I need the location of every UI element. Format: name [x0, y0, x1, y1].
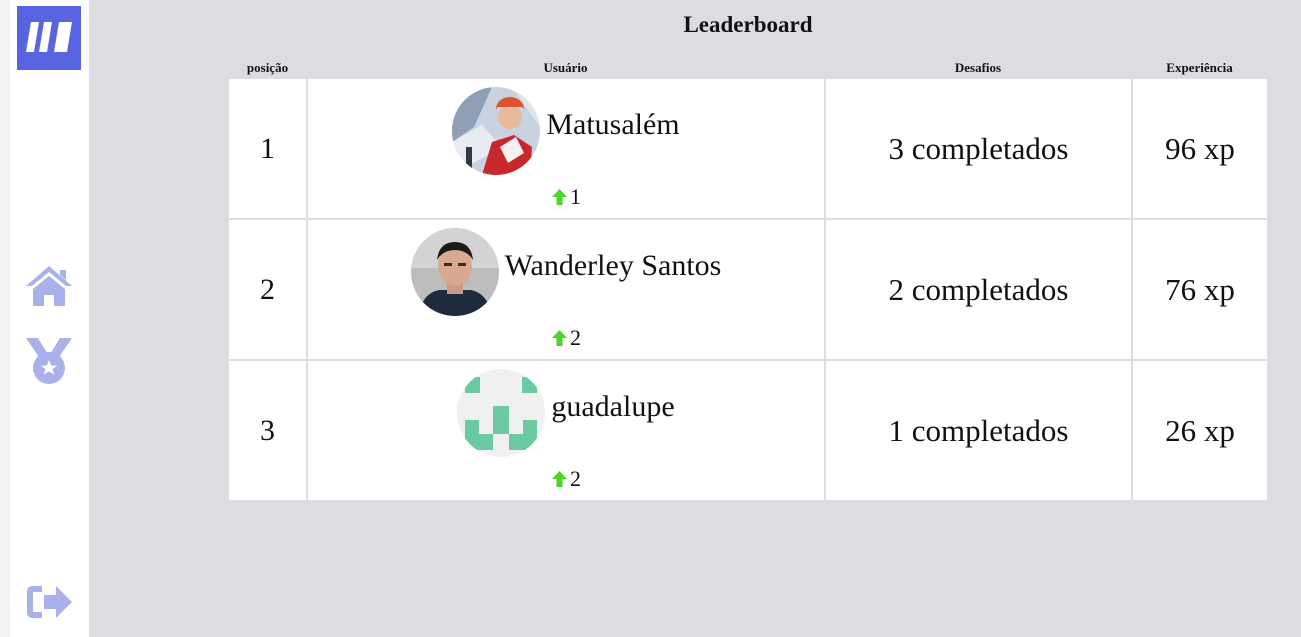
user-name: Matusalém	[546, 108, 680, 141]
column-header-experience: Experiência	[1166, 60, 1233, 75]
column-header-user: Usuário	[543, 60, 588, 75]
experience-cell: 26 xp	[1133, 361, 1267, 500]
experience-cell: 96 xp	[1133, 79, 1267, 218]
column-header-challenges: Desafios	[954, 60, 1002, 75]
level-up-arrow-icon	[552, 330, 567, 346]
logo-stripes-icon	[26, 22, 72, 52]
user-name: Wanderley Santos	[504, 249, 722, 282]
table-row: 2 Wanderley Santos 2 2 completados 76 xp	[229, 220, 1267, 359]
challenges-cell: 1 completados	[826, 361, 1131, 500]
level-value: 2	[570, 466, 581, 491]
experience-cell: 76 xp	[1133, 220, 1267, 359]
level-up-arrow-icon	[552, 471, 567, 487]
sidebar	[0, 0, 89, 637]
user-level: 1	[308, 184, 824, 210]
user-cell: Matusalém 1	[308, 79, 824, 218]
avatar	[410, 228, 499, 316]
award-medal-icon[interactable]	[24, 336, 74, 388]
challenges-cell: 3 completados	[826, 79, 1131, 218]
level-up-arrow-icon	[552, 189, 567, 205]
sidebar-edge	[0, 0, 10, 637]
position-cell: 3	[229, 361, 306, 500]
home-icon[interactable]	[24, 264, 74, 308]
user-cell: guadalupe 2	[308, 361, 824, 500]
challenges-cell: 2 completados	[826, 220, 1131, 359]
avatar	[452, 87, 541, 175]
avatar	[457, 369, 546, 457]
user-cell: Wanderley Santos 2	[308, 220, 824, 359]
logout-icon[interactable]	[24, 582, 74, 622]
column-header-position: posição	[246, 60, 289, 75]
user-name: guadalupe	[551, 390, 675, 423]
app-logo[interactable]	[17, 6, 81, 70]
table-row: 1 Matusalém 1 3 completados 96 xp	[229, 79, 1267, 218]
level-value: 2	[570, 325, 581, 350]
leaderboard-table: 1 Matusalém 1 3 completados 96 xp 2 Wand…	[229, 79, 1267, 500]
page-title: Leaderboard	[683, 12, 813, 37]
user-level: 2	[308, 466, 824, 492]
level-value: 1	[570, 184, 581, 209]
position-cell: 1	[229, 79, 306, 218]
user-level: 2	[308, 325, 824, 351]
table-row: 3 guadalupe 2 1 completados 26 xp	[229, 361, 1267, 500]
position-cell: 2	[229, 220, 306, 359]
